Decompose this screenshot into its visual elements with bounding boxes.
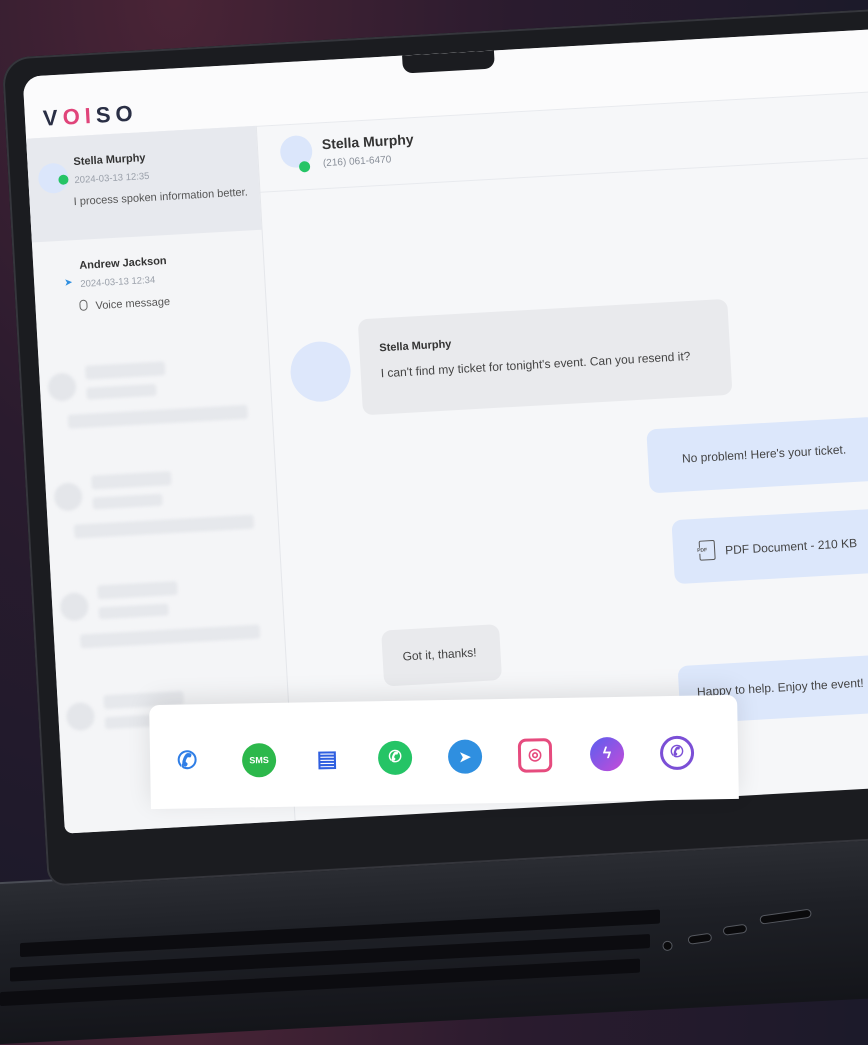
message-incoming: Got it, thanks! [381, 624, 503, 687]
whatsapp-icon[interactable]: ✆ [377, 740, 413, 776]
conversation-name: Stella Murphy [73, 152, 146, 169]
chat-icon[interactable]: ▤ [310, 742, 345, 777]
whatsapp-icon [298, 160, 311, 173]
phone-icon[interactable]: ✆ [170, 744, 205, 779]
message-text: Got it, thanks! [402, 645, 477, 664]
message-text: I can't find my ticket for tonight's eve… [380, 348, 691, 381]
instagram-icon[interactable]: ◎ [517, 738, 553, 773]
message-incoming: Stella Murphy I can't find my ticket for… [357, 298, 733, 416]
voiso-logo: VOISO [42, 100, 139, 131]
skeleton-conversation [44, 443, 280, 566]
sender-avatar [288, 340, 353, 404]
conversation-date: 2024-03-13 12:35 [74, 170, 150, 187]
conversation-date: 2024-03-13 12:34 [80, 274, 156, 290]
conversation-preview: Voice message [95, 295, 171, 313]
telegram-icon[interactable]: ➤ [447, 739, 483, 774]
contact-phone: (216) 061-6470 [322, 154, 392, 170]
attachment-label: PDF Document - 210 KB [724, 535, 858, 558]
conversation-item-andrew-jackson[interactable]: Andrew Jackson ➤ 2024-03-13 12:34 Voice … [32, 230, 267, 347]
telegram-icon: ➤ [63, 277, 73, 289]
viber-icon[interactable]: ✆ [659, 735, 695, 771]
message-text: No problem! Here's your ticket. [681, 442, 847, 466]
message-attachment[interactable]: PDF Document - 210 KB [671, 508, 868, 585]
messenger-icon[interactable]: ϟ [589, 736, 625, 772]
conversation-name: Andrew Jackson [78, 255, 167, 272]
channel-selector-bar: ✆ SMS ▤ ✆ ➤ ◎ ϟ ✆ [149, 694, 739, 810]
sms-icon[interactable]: SMS [241, 742, 277, 778]
pdf-file-icon [698, 539, 716, 561]
skeleton-conversation [50, 553, 286, 676]
skeleton-conversation [38, 334, 274, 457]
conversation-preview: I process spoken information better. [73, 186, 249, 209]
conversation-item-stella-murphy[interactable]: Stella Murphy 2024-03-13 12:35 I process… [26, 125, 262, 243]
message-outgoing: No problem! Here's your ticket. [646, 416, 868, 494]
contact-name: Stella Murphy [321, 131, 414, 153]
microphone-icon [79, 299, 88, 311]
